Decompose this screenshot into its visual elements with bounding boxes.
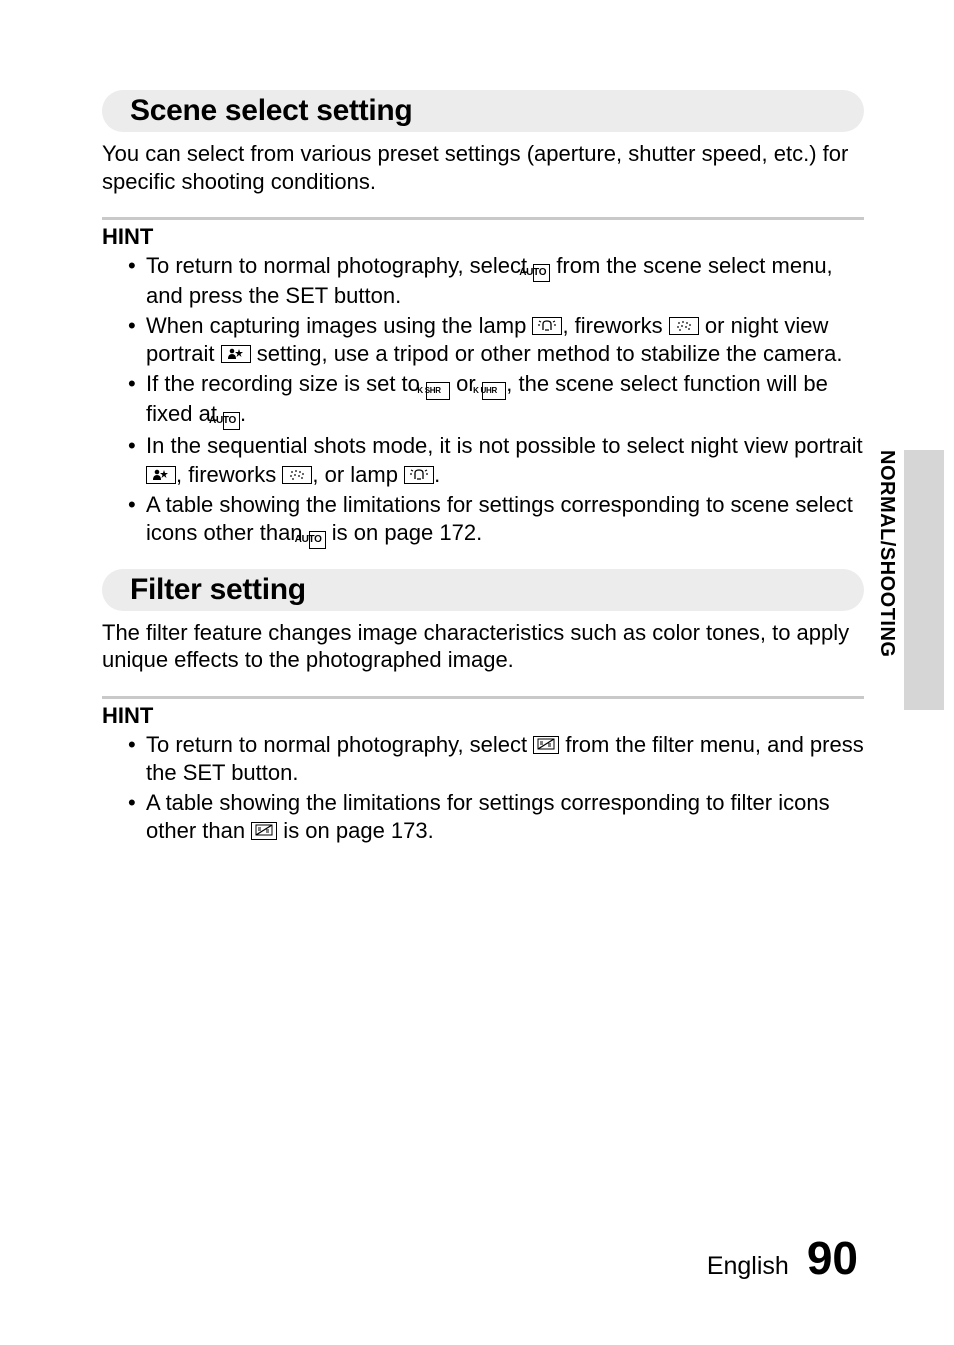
night-portrait-icon <box>146 466 176 484</box>
page-footer: English 90 <box>707 1231 858 1285</box>
text: , fireworks <box>176 462 282 487</box>
text: . <box>434 462 440 487</box>
list-item: •A table showing the limitations for set… <box>128 491 864 549</box>
list-item: •If the recording size is set to K SHR o… <box>128 370 864 430</box>
no-filter-icon <box>533 736 559 754</box>
text: A table showing the limitations for sett… <box>146 790 830 843</box>
hint-label: HINT <box>102 224 864 250</box>
list-item: •When capturing images using the lamp , … <box>128 312 864 368</box>
text: , or lamp <box>312 462 404 487</box>
list-item: •In the sequential shots mode, it is not… <box>128 432 864 488</box>
text: . <box>240 401 246 426</box>
scene-hint-list: •To return to normal photography, select… <box>102 252 864 549</box>
auto-icon: AUTO <box>223 412 240 430</box>
footer-language: English <box>707 1252 789 1281</box>
no-filter-icon <box>251 822 277 840</box>
side-tab-bar <box>904 450 944 710</box>
filter-body: The filter feature changes image charact… <box>102 619 864 674</box>
text: If the recording size is set to <box>146 371 426 396</box>
shr-icon: K SHR <box>426 382 450 400</box>
list-item: •To return to normal photography, select… <box>128 252 864 310</box>
section-title: Scene select setting <box>130 94 412 127</box>
auto-icon: AUTO <box>533 264 550 282</box>
scene-body: You can select from various preset setti… <box>102 140 864 195</box>
filter-hint-list: •To return to normal photography, select… <box>102 731 864 846</box>
divider <box>102 217 864 220</box>
page: Scene select setting You can select from… <box>0 0 954 1345</box>
footer-page-number: 90 <box>807 1231 858 1285</box>
text: is on page 172. <box>326 520 483 545</box>
fireworks-icon <box>669 317 699 335</box>
section-heading-scene: Scene select setting <box>102 90 864 132</box>
text: To return to normal photography, select <box>146 732 533 757</box>
text: is on page 173. <box>277 818 434 843</box>
text: In the sequential shots mode, it is not … <box>146 433 863 458</box>
list-item: •A table showing the limitations for set… <box>128 789 864 845</box>
uhr-icon: K UHR <box>482 382 506 400</box>
side-tab-label: NORMAL/SHOOTING <box>875 450 898 658</box>
list-item: •To return to normal photography, select… <box>128 731 864 787</box>
hint-label: HINT <box>102 703 864 729</box>
fireworks-icon <box>282 466 312 484</box>
section-title: Filter setting <box>130 573 306 606</box>
text: When capturing images using the lamp <box>146 313 532 338</box>
auto-icon: AUTO <box>309 531 326 549</box>
text: , fireworks <box>562 313 668 338</box>
lamp-icon <box>404 466 434 484</box>
night-portrait-icon <box>221 345 251 363</box>
text: setting, use a tripod or other method to… <box>251 341 843 366</box>
divider <box>102 696 864 699</box>
text: To return to normal photography, select <box>146 253 533 278</box>
side-tab: NORMAL/SHOOTING <box>874 450 904 710</box>
section-heading-filter: Filter setting <box>102 569 864 611</box>
text: A table showing the limitations for sett… <box>146 492 853 545</box>
lamp-icon <box>532 317 562 335</box>
